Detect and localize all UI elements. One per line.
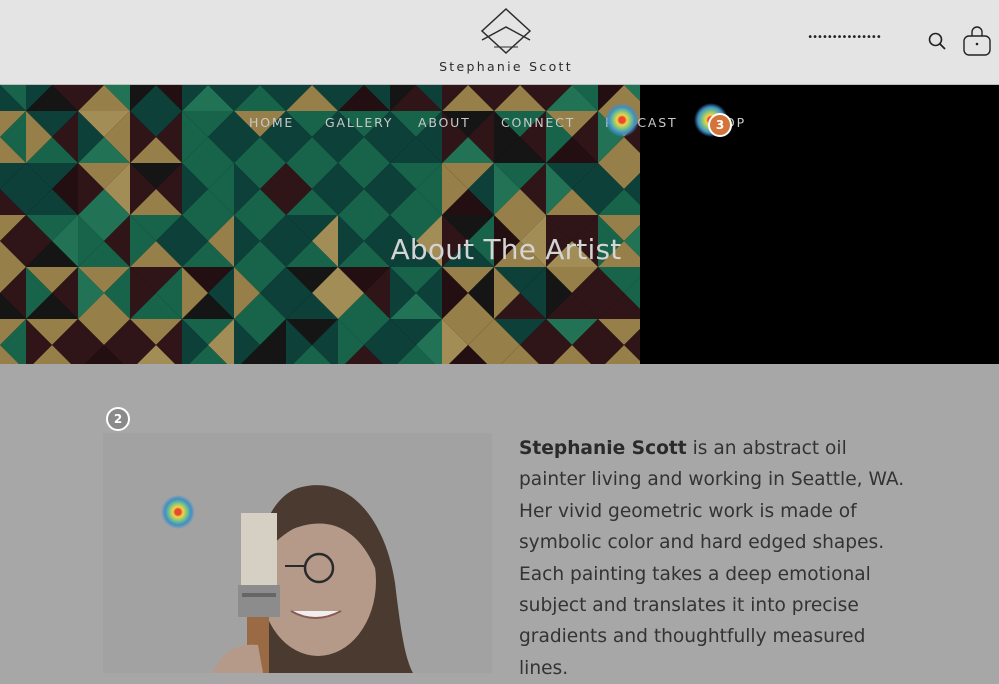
page-title: About The Artist xyxy=(390,233,622,266)
nav-item-gallery[interactable]: GALLERY xyxy=(325,115,393,130)
logo-text: Stephanie Scott xyxy=(439,59,573,74)
step-marker-2: 2 xyxy=(106,407,130,431)
search-icon xyxy=(928,32,946,50)
main-navigation: HOME GALLERY ABOUT CONNECT PODCAST SHOP xyxy=(0,115,999,135)
artist-name: Stephanie Scott xyxy=(519,438,687,459)
site-header: Stephanie Scott ••••••••••••••• xyxy=(0,0,999,85)
bio-text: is an abstract oil painter living and wo… xyxy=(519,438,905,679)
diamond-logo-icon xyxy=(480,7,532,55)
click-heatmap-dot xyxy=(161,495,195,529)
click-heatmap-dot xyxy=(605,103,639,137)
artist-bio: Stephanie Scott is an abstract oil paint… xyxy=(519,433,919,684)
nav-item-connect[interactable]: CONNECT xyxy=(501,115,575,130)
site-logo[interactable]: Stephanie Scott xyxy=(436,7,576,74)
cart-button[interactable] xyxy=(962,25,992,57)
nav-item-about[interactable]: ABOUT xyxy=(418,115,471,130)
artist-portrait-photo xyxy=(103,433,492,673)
account-link[interactable]: ••••••••••••••• xyxy=(806,31,882,45)
artist-portrait-image xyxy=(103,433,492,673)
step-marker-3: 3 xyxy=(708,113,732,137)
shopping-bag-icon xyxy=(963,26,991,56)
search-button[interactable] xyxy=(927,31,947,51)
hero-banner: HOME GALLERY ABOUT CONNECT PODCAST SHOP … xyxy=(0,85,999,364)
nav-item-home[interactable]: HOME xyxy=(249,115,294,130)
